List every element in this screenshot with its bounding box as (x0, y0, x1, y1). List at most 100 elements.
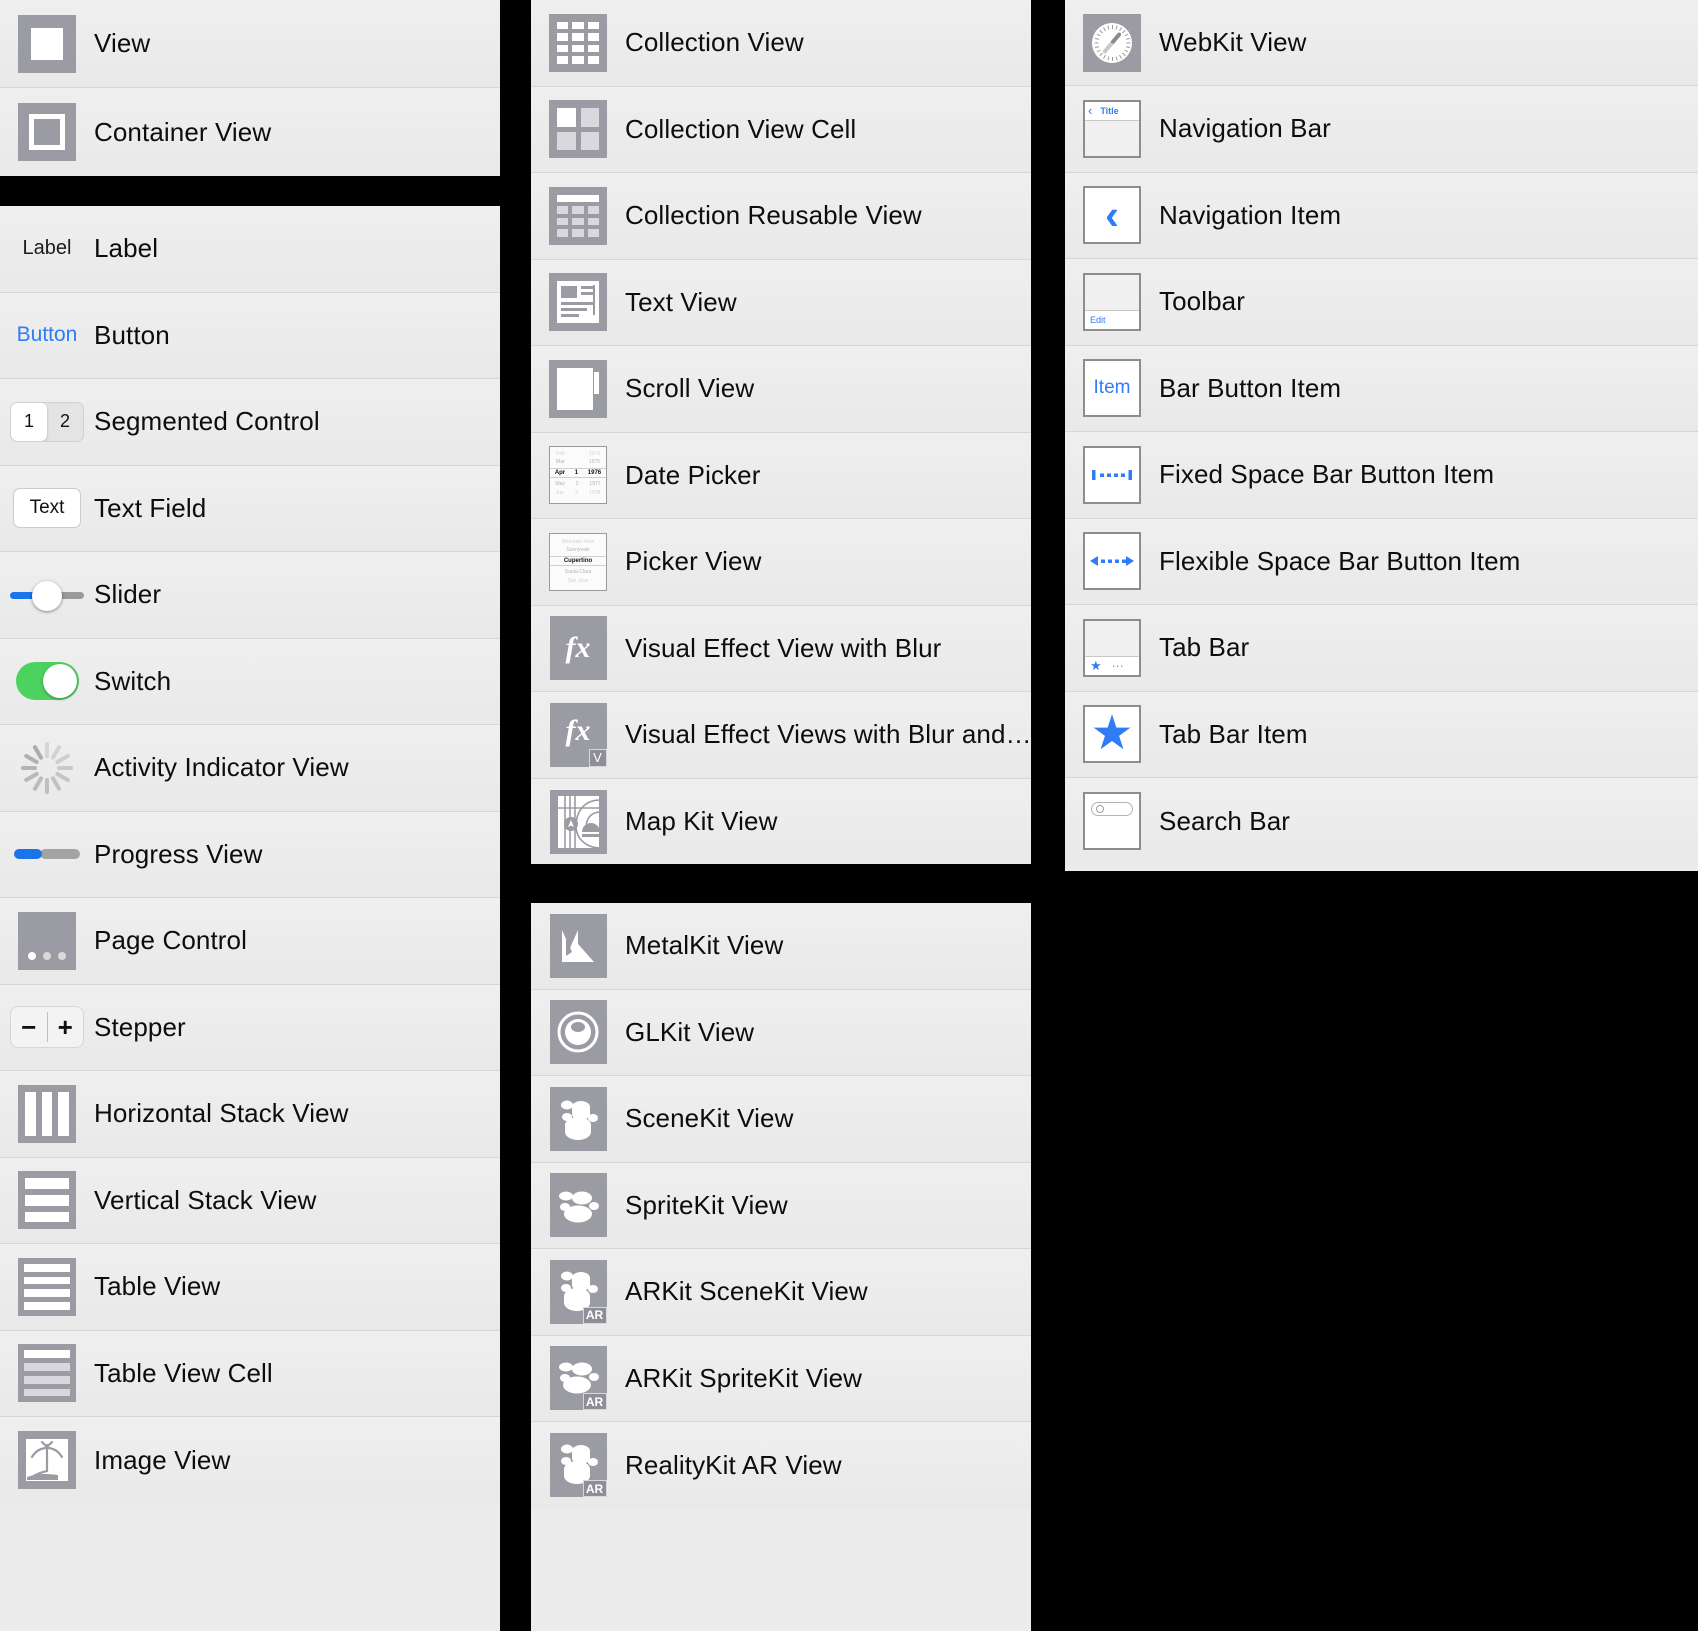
star-icon: ★ (1090, 657, 1102, 673)
ar-badge: AR (582, 1393, 607, 1411)
list-item[interactable]: Fixed Space Bar Button Item (1065, 432, 1698, 519)
table-view-icon (10, 1257, 84, 1316)
list-item[interactable]: Item Bar Button Item (1065, 345, 1698, 432)
progress-view-icon (10, 849, 84, 860)
list-item[interactable]: Collection Reusable View (531, 173, 1031, 260)
list-item[interactable]: AR ARKit SpriteKit View (531, 1335, 1031, 1422)
list-item-label: Navigation Item (1159, 199, 1342, 230)
list-item-label: Toolbar (1159, 286, 1245, 317)
list-item[interactable]: View (0, 0, 500, 88)
list-item-label: Activity Indicator View (94, 752, 349, 783)
list-item[interactable]: − + Stepper (0, 984, 500, 1071)
list-item[interactable]: AR ARKit SceneKit View (531, 1249, 1031, 1336)
collection-view-icon (541, 13, 615, 72)
list-item[interactable]: MetalKit View (531, 903, 1031, 990)
list-item[interactable]: Activity Indicator View (0, 725, 500, 812)
picker-view-icon: Mountain View Sunnyvale Cupertino Santa … (541, 532, 615, 591)
list-item[interactable]: Map Kit View (531, 778, 1031, 864)
map-kit-view-icon (541, 789, 615, 854)
image-view-icon (10, 1431, 84, 1490)
table-view-cell-icon (10, 1344, 84, 1403)
views-panel-top: View Container View (0, 0, 500, 176)
list-item-label: Progress View (94, 838, 263, 869)
list-item[interactable]: Text View (531, 259, 1031, 346)
list-item[interactable]: ★ Tab Bar Item (1065, 691, 1698, 778)
controls-panel: Label Label Button Button 1 2 Segmented … (0, 206, 500, 1631)
tab-bar-icon: ★ ⋯ (1075, 618, 1149, 677)
chevron-left-icon: ‹ (1088, 103, 1093, 119)
switch-icon (10, 662, 84, 701)
list-item-label: Date Picker (625, 459, 761, 490)
list-item[interactable]: fx Visual Effect View with Blur (531, 605, 1031, 692)
navigation-item-icon: ‹ (1075, 186, 1149, 245)
list-item-label: MetalKit View (625, 930, 784, 961)
list-item[interactable]: SceneKit View (531, 1076, 1031, 1163)
list-item[interactable]: Mountain View Sunnyvale Cupertino Santa … (531, 519, 1031, 606)
list-item[interactable]: Progress View (0, 811, 500, 898)
list-item-label: Horizontal Stack View (94, 1098, 349, 1129)
navigation-bar-icon: ‹ Title (1075, 99, 1149, 158)
list-item-label: Collection View Cell (625, 113, 857, 144)
list-item[interactable]: WebKit View (1065, 0, 1698, 86)
arkit-spritekit-view-icon: AR (541, 1346, 615, 1411)
list-item[interactable]: Search Bar (1065, 778, 1698, 865)
search-bar-icon (1075, 792, 1149, 851)
list-item[interactable]: GLKit View (531, 989, 1031, 1076)
list-item[interactable]: Scroll View (531, 346, 1031, 433)
list-item-label: Slider (94, 579, 162, 610)
list-item[interactable]: Table View Cell (0, 1330, 500, 1417)
list-item-label: ARKit SpriteKit View (625, 1362, 863, 1393)
list-item-label: Visual Effect Views with Blur and… (625, 719, 1031, 750)
list-item-label: Table View (94, 1271, 221, 1302)
list-item[interactable]: Table View (0, 1244, 500, 1331)
list-item-label: ARKit SceneKit View (625, 1276, 868, 1307)
text-field-icon: Text (10, 488, 84, 529)
spritekit-view-icon (541, 1173, 615, 1238)
list-item[interactable]: ★ ⋯ Tab Bar (1065, 605, 1698, 692)
list-item-label: Image View (94, 1444, 231, 1475)
list-item-label: Scroll View (625, 373, 755, 404)
list-item[interactable]: Horizontal Stack View (0, 1071, 500, 1158)
tab-bar-item-icon: ★ (1075, 705, 1149, 764)
list-item[interactable]: Collection View (531, 0, 1031, 87)
list-item[interactable]: Slider (0, 552, 500, 639)
list-item[interactable]: Button Button (0, 292, 500, 379)
list-item[interactable]: Flexible Space Bar Button Item (1065, 518, 1698, 605)
list-item[interactable]: Edit Toolbar (1065, 259, 1698, 346)
list-item[interactable]: Container View (0, 88, 500, 176)
list-item-label: Visual Effect View with Blur (625, 632, 942, 663)
list-item[interactable]: Image View (0, 1417, 500, 1504)
list-item-label: Label (94, 233, 159, 264)
list-item-label: Tab Bar Item (1159, 718, 1308, 749)
flexible-space-bar-button-item-icon (1075, 532, 1149, 591)
list-item-label: GLKit View (625, 1016, 755, 1047)
list-item-label: Navigation Bar (1159, 113, 1331, 144)
list-item[interactable]: ‹ Navigation Item (1065, 172, 1698, 259)
list-item[interactable]: Label Label (0, 206, 500, 293)
list-item[interactable]: Page Control (0, 898, 500, 985)
webkit-view-icon (1075, 13, 1149, 72)
bars-panel: WebKit View ‹ Title Navigation Bar ‹ Nav… (1065, 0, 1698, 871)
list-item[interactable]: fx V Visual Effect Views with Blur and… (531, 692, 1031, 779)
button-icon: Button (16, 323, 78, 347)
list-item[interactable]: AR RealityKit AR View (531, 1422, 1031, 1509)
collection-views-panel: Collection View Collection View Cell Col… (531, 0, 1031, 864)
list-item[interactable]: Feb 1974 Mar 1975 Apr 1 1976 May 2 1977 Jun 3 19… (531, 432, 1031, 519)
list-item-label: RealityKit AR View (625, 1449, 842, 1480)
activity-indicator-icon (10, 740, 84, 796)
list-item[interactable]: Collection View Cell (531, 86, 1031, 173)
list-item[interactable]: Vertical Stack View (0, 1157, 500, 1244)
list-item[interactable]: SpriteKit View (531, 1162, 1031, 1249)
list-item[interactable]: Switch (0, 638, 500, 725)
toolbar-icon: Edit (1075, 272, 1149, 331)
ar-badge: AR (582, 1306, 607, 1324)
list-item[interactable]: 1 2 Segmented Control (0, 379, 500, 466)
arkit-scenekit-view-icon: AR (541, 1259, 615, 1324)
list-item[interactable]: Text Text Field (0, 465, 500, 552)
list-item-label: Container View (94, 116, 272, 147)
list-item-label: Text View (625, 286, 737, 317)
metalkit-view-icon (541, 913, 615, 978)
list-item-label: Stepper (94, 1011, 186, 1042)
list-item[interactable]: ‹ Title Navigation Bar (1065, 86, 1698, 173)
collection-reusable-view-icon (541, 186, 615, 245)
